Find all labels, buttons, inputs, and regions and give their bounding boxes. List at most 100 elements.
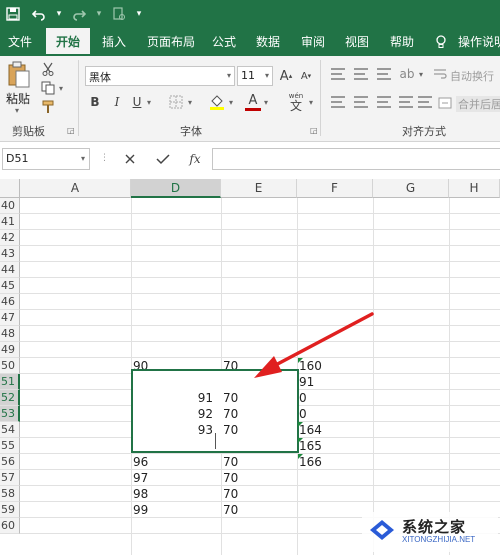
cell-e57[interactable]: 70 [223, 470, 295, 486]
row-header-46[interactable]: 46 [0, 294, 20, 310]
column-header-a[interactable]: A [20, 179, 131, 198]
row-header-49[interactable]: 49 [0, 342, 20, 358]
align-left-icon[interactable] [331, 96, 345, 108]
phonetic-dropdown-icon[interactable]: ▾ [309, 98, 313, 107]
error-indicator-icon[interactable] [298, 438, 303, 443]
column-header-f[interactable]: F [297, 179, 373, 198]
cell-d59[interactable]: 99 [133, 502, 219, 518]
paste-label[interactable]: 粘贴 [6, 90, 30, 107]
copy-icon[interactable] [40, 80, 56, 96]
customize-icon[interactable]: ▾ [132, 0, 146, 28]
chevron-down-icon[interactable]: ▾ [265, 71, 269, 80]
cell-d56[interactable]: 96 [133, 454, 219, 470]
increase-indent-icon[interactable] [418, 96, 432, 108]
cell-e54[interactable]: 70 [223, 422, 295, 438]
redo-icon[interactable] [66, 0, 92, 28]
font-name-box[interactable]: 黑体 ▾ [85, 66, 235, 86]
tab-file[interactable]: 文件 [4, 28, 36, 56]
row-header-48[interactable]: 48 [0, 326, 20, 342]
paste-icon[interactable] [4, 60, 34, 90]
copy-dropdown-icon[interactable]: ▾ [59, 84, 63, 93]
touch-mode-icon[interactable] [106, 0, 132, 28]
lightbulb-icon[interactable] [434, 28, 448, 56]
tab-home[interactable]: 开始 [46, 28, 90, 56]
grow-font-button[interactable]: A ▴ [278, 66, 294, 86]
row-header-60[interactable]: 60 [0, 518, 20, 534]
shrink-font-button[interactable]: A ▾ [298, 66, 314, 86]
row-header-59[interactable]: 59 [0, 502, 20, 518]
bold-button[interactable]: B [88, 93, 102, 111]
italic-button[interactable]: I [110, 93, 124, 111]
paste-dropdown-icon[interactable]: ▾ [15, 106, 19, 115]
cell-d54[interactable]: 93 [131, 422, 213, 438]
tab-page-layout[interactable]: 页面布局 [142, 28, 200, 56]
cell-e52[interactable]: 70 [223, 390, 295, 406]
align-right-icon[interactable] [377, 96, 391, 108]
bottom-align-icon[interactable] [377, 68, 391, 80]
format-painter-icon[interactable] [40, 99, 56, 115]
tab-help[interactable]: 帮助 [386, 28, 418, 56]
row-header-51[interactable]: 51 [0, 374, 20, 390]
chevron-down-icon[interactable]: ▾ [81, 154, 85, 163]
row-header-52[interactable]: 52 [0, 390, 20, 406]
row-header-55[interactable]: 55 [0, 438, 20, 454]
row-header-41[interactable]: 41 [0, 214, 20, 230]
row-header-44[interactable]: 44 [0, 262, 20, 278]
column-header-g[interactable]: G [373, 179, 449, 198]
select-all-corner[interactable] [0, 179, 20, 198]
cell-f52[interactable]: 0 [299, 390, 371, 406]
tab-view[interactable]: 视图 [341, 28, 373, 56]
cell-f53[interactable]: 0 [299, 406, 371, 422]
borders-icon[interactable] [166, 93, 186, 111]
error-indicator-icon[interactable] [298, 422, 303, 427]
tab-data[interactable]: 数据 [252, 28, 284, 56]
cell-d57[interactable]: 97 [133, 470, 219, 486]
row-header-54[interactable]: 54 [0, 422, 20, 438]
cell-f54[interactable]: 164 [299, 422, 371, 438]
tell-me-box[interactable]: 操作说明 [450, 28, 500, 56]
row-header-42[interactable]: 42 [0, 230, 20, 246]
column-header-e[interactable]: E [221, 179, 297, 198]
cell-f55[interactable]: 165 [299, 438, 371, 454]
row-header-40[interactable]: 40 [0, 198, 20, 214]
undo-icon[interactable] [26, 0, 52, 28]
tab-formulas[interactable]: 公式 [208, 28, 240, 56]
row-header-45[interactable]: 45 [0, 278, 20, 294]
row-header-47[interactable]: 47 [0, 310, 20, 326]
cell-d58[interactable]: 98 [133, 486, 219, 502]
align-center-icon[interactable] [354, 96, 368, 108]
phonetic-guide-button[interactable]: wén 文 [284, 90, 308, 114]
font-color-dropdown-icon[interactable]: ▾ [264, 98, 268, 107]
top-align-icon[interactable] [331, 68, 345, 80]
row-header-58[interactable]: 58 [0, 486, 20, 502]
clipboard-launcher-icon[interactable]: ◲ [67, 126, 75, 135]
undo-dropdown-icon[interactable]: ▾ [52, 0, 66, 28]
fill-color-dropdown-icon[interactable]: ▾ [229, 98, 233, 107]
cell-e56[interactable]: 70 [223, 454, 295, 470]
orientation-icon[interactable]: ab [398, 64, 416, 84]
merge-center-button[interactable]: 合并后居中 [438, 94, 500, 112]
underline-button[interactable]: U [130, 93, 144, 111]
underline-dropdown-icon[interactable]: ▾ [147, 98, 151, 107]
borders-dropdown-icon[interactable]: ▾ [188, 98, 192, 107]
middle-align-icon[interactable] [354, 68, 368, 80]
chevron-down-icon[interactable]: ▾ [227, 71, 231, 80]
wrap-text-label[interactable]: 自动换行 [450, 68, 494, 84]
decrease-indent-icon[interactable] [399, 96, 413, 108]
redo-dropdown-icon[interactable]: ▾ [92, 0, 106, 28]
row-header-56[interactable]: 56 [0, 454, 20, 470]
column-header-d[interactable]: D [131, 179, 221, 198]
cut-icon[interactable] [40, 61, 56, 77]
row-header-57[interactable]: 57 [0, 470, 20, 486]
tab-review[interactable]: 审阅 [297, 28, 329, 56]
name-box[interactable]: D51 ▾ [2, 148, 90, 170]
cell-e53[interactable]: 70 [223, 406, 295, 422]
wrap-text-icon[interactable] [432, 66, 448, 82]
row-header-43[interactable]: 43 [0, 246, 20, 262]
save-icon[interactable] [0, 0, 26, 28]
font-launcher-icon[interactable]: ◲ [310, 126, 318, 135]
row-header-50[interactable]: 50 [0, 358, 20, 374]
row-header-53[interactable]: 53 [0, 406, 20, 422]
insert-function-button[interactable]: fx [186, 150, 204, 168]
orientation-dropdown-icon[interactable]: ▾ [419, 70, 423, 79]
